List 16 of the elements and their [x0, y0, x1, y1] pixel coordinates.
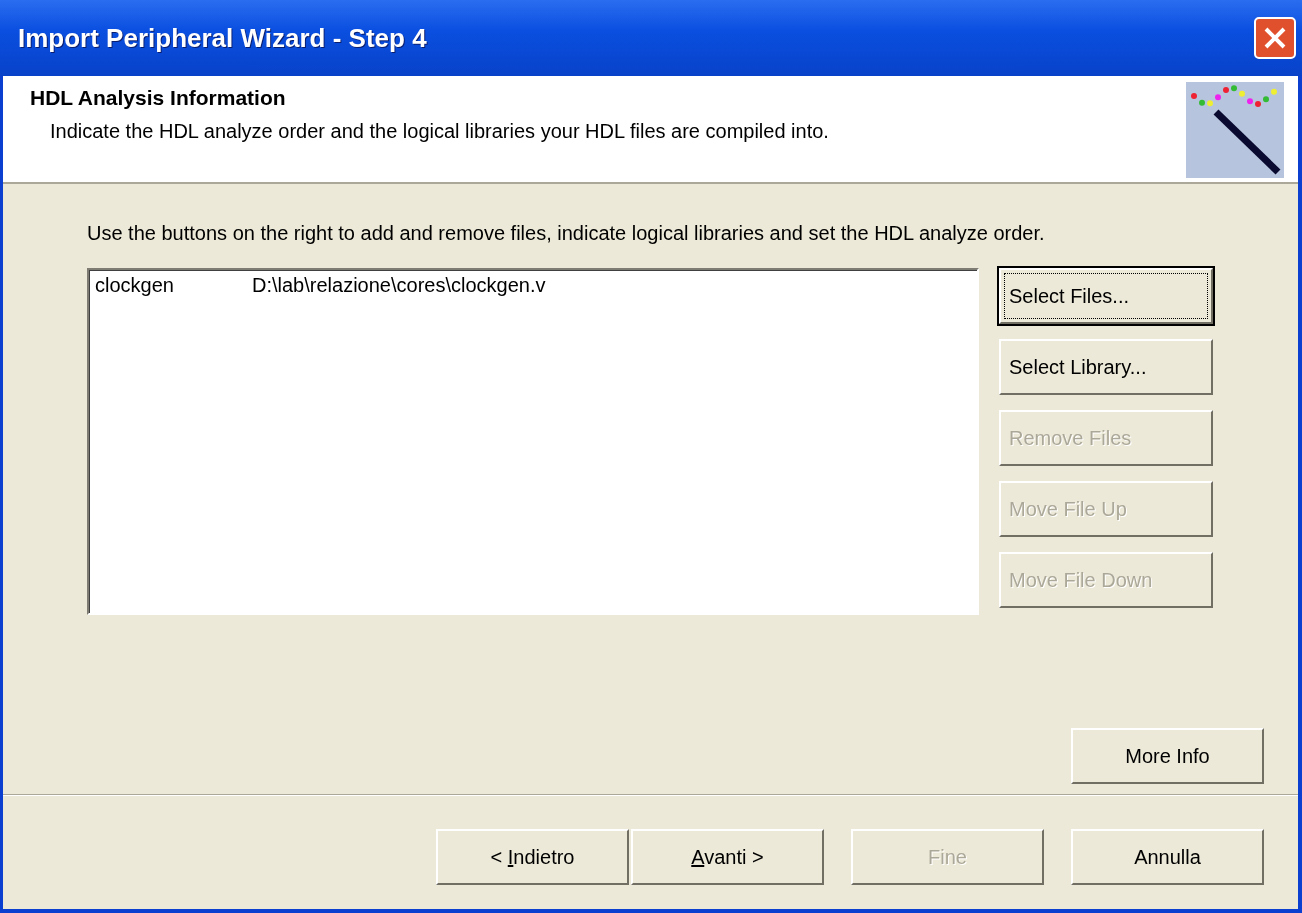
- library-name: clockgen: [95, 274, 175, 297]
- instructions-text: Use the buttons on the right to add and remove files, indicate logical libraries and set the HDL analyze order.: [87, 221, 1046, 246]
- window-title: Import Peripheral Wizard - Step 4: [18, 22, 427, 54]
- close-button[interactable]: [1254, 17, 1296, 59]
- close-icon: [1262, 25, 1288, 51]
- wizard-nav-button[interactable]: Avanti >: [631, 829, 824, 885]
- wizard-nav-button[interactable]: < Indietro: [436, 829, 629, 885]
- more-info-button[interactable]: More Info: [1071, 728, 1264, 784]
- wizard-nav-button[interactable]: Annulla: [1071, 829, 1264, 885]
- file-action-button[interactable]: Select Library...: [999, 339, 1213, 395]
- file-path: D:\lab\relazione\cores\clockgen.v: [252, 274, 546, 297]
- magic-wand-icon: [1186, 82, 1284, 178]
- file-action-button[interactable]: Select Files...: [999, 268, 1213, 324]
- header-subtitle: Indicate the HDL analyze order and the logical libraries your HDL files are compiled into.: [50, 120, 829, 143]
- header-title: HDL Analysis Information: [30, 86, 287, 110]
- file-list[interactable]: clockgen D:\lab\relazione\cores\clockgen.v: [87, 268, 979, 615]
